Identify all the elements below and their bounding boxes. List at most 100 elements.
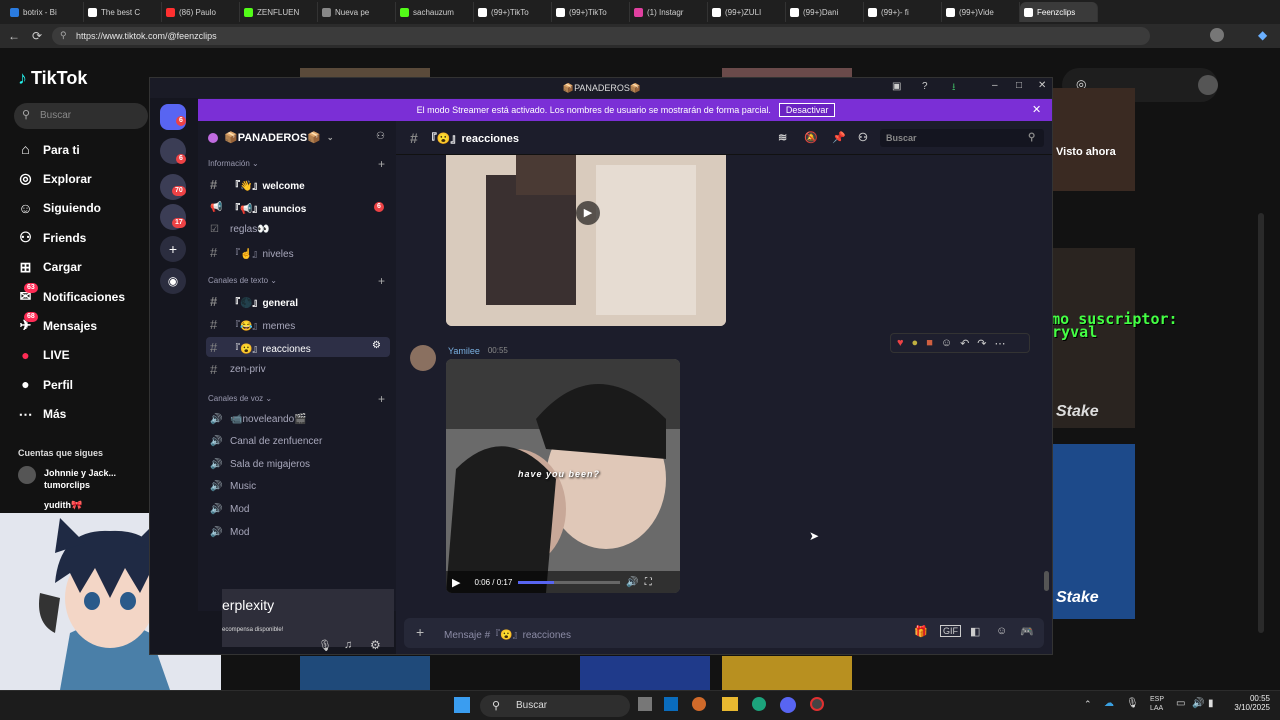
voice-channel-item[interactable]: 🔊 Canal de zenfuencer (206, 432, 390, 452)
channel-category[interactable]: Canales de voz ⌄ (208, 394, 272, 403)
browser-tab[interactable]: botrix - Bi (6, 2, 84, 22)
browser-tab[interactable]: Feenzclips (1020, 2, 1098, 22)
add-attachment-icon[interactable]: + (416, 624, 424, 640)
following-item-2[interactable]: tumorclips (44, 480, 90, 490)
tiktok-nav-item[interactable]: ⌂ Para ti (18, 142, 79, 157)
close-banner-icon[interactable]: ✕ (1032, 103, 1041, 116)
notifications-off-icon[interactable]: 🔕 (804, 131, 818, 144)
add-channel-icon[interactable]: + (378, 157, 385, 171)
channel-item[interactable]: # 『☝』niveles (206, 242, 390, 262)
perplexity-promo[interactable]: erplexity ecompensa disponible! (222, 589, 394, 647)
video-thumbnail[interactable] (722, 656, 852, 690)
voice-channel-item[interactable]: 🔊 Mod (206, 522, 390, 542)
pin-icon[interactable]: 📌 (832, 131, 846, 144)
task-view-icon[interactable] (638, 697, 652, 711)
tiktok-nav-item[interactable]: ◎ Explorar (18, 171, 91, 186)
language-indicator[interactable]: ESP LAA (1150, 695, 1164, 713)
browser-tab[interactable]: (86) Paulo (162, 2, 240, 22)
tiktok-nav-item[interactable]: ⋯ Más (18, 406, 67, 422)
mic-tray-icon[interactable]: 🎙 (1126, 698, 1139, 709)
tiktok-nav-item[interactable]: ⊞ Cargar (18, 259, 82, 275)
gift-icon[interactable]: 🎁 (914, 625, 928, 638)
gif-icon[interactable]: GIF (940, 625, 961, 637)
close-icon[interactable]: ✕ (1038, 80, 1046, 91)
cloud-icon[interactable]: ☁ (1104, 698, 1114, 709)
discord-taskbar-icon[interactable] (780, 697, 796, 713)
url-field[interactable]: ⚲ https://www.tiktok.com/@feenzclips (52, 27, 1150, 45)
channel-category[interactable]: Información ⌄ (208, 159, 259, 168)
browser-tab[interactable]: (99+)ZULI (708, 2, 786, 22)
channel-item[interactable]: # 『👋』welcome (206, 174, 390, 194)
windows-start-icon[interactable] (454, 697, 470, 713)
browser-tab[interactable]: ZENFLUEN (240, 2, 318, 22)
channel-item[interactable]: # 『😮』reacciones ⚙ (206, 337, 390, 357)
browser-tab[interactable]: The best C (84, 2, 162, 22)
message-composer[interactable]: + Mensaje #『😮』reacciones 🎁 GIF ◧ ☺ 🎮 (404, 618, 1044, 648)
fullscreen-icon[interactable]: ⛶ (645, 577, 652, 588)
channel-item[interactable]: 📢 『📢』anuncios 6 (206, 197, 390, 217)
message-author[interactable]: Yamilee (448, 346, 480, 356)
tiktok-logo[interactable]: ♪ TikTok (18, 68, 87, 89)
channel-category[interactable]: Canales de texto ⌄ (208, 276, 277, 285)
more-options-icon[interactable]: ⋯ (995, 337, 1006, 350)
volume-tray-icon[interactable]: 🔊 (1192, 698, 1204, 709)
browser-tab[interactable]: Nueva pe (318, 2, 396, 22)
tiktok-nav-item[interactable]: ● LIVE (18, 347, 69, 363)
chevron-up-icon[interactable]: ⌃ (1084, 699, 1092, 710)
video-progress-bar[interactable] (518, 580, 621, 584)
video-attachment[interactable]: ▶ (446, 155, 726, 326)
profile-avatar[interactable] (1210, 28, 1224, 42)
forward-icon[interactable]: ↷ (977, 337, 986, 350)
play-icon[interactable]: ▶ (576, 201, 600, 225)
store-icon[interactable] (664, 697, 678, 711)
taskbar-search[interactable]: ⚲ Buscar (480, 695, 630, 717)
avatar[interactable] (410, 345, 436, 371)
avatar[interactable] (18, 466, 36, 484)
site-info-icon[interactable]: ⚲ (60, 30, 67, 41)
deactivate-button[interactable]: Desactivar (778, 103, 836, 117)
add-server-icon[interactable]: + (160, 236, 186, 262)
back-icon[interactable]: ← (8, 29, 20, 43)
voice-channel-item[interactable]: 🔊 Music (206, 477, 390, 497)
discover-icon[interactable]: ◉ (160, 268, 186, 294)
file-explorer-icon[interactable] (722, 697, 738, 711)
add-channel-icon[interactable]: + (378, 274, 385, 288)
channel-item[interactable]: # 『😂』memes (206, 314, 390, 334)
volume-icon[interactable]: 🔊 (626, 577, 638, 588)
invite-icon[interactable]: ⚇ (376, 131, 385, 142)
channel-item[interactable]: # 『🌑』general (206, 291, 390, 311)
video-thumbnail[interactable] (1053, 88, 1135, 191)
browser-tab[interactable]: (99+)- fi (864, 2, 942, 22)
network-icon[interactable]: ▭ (1176, 698, 1185, 709)
obs-icon[interactable] (810, 697, 824, 711)
apps-icon[interactable]: 🎮 (1020, 625, 1034, 638)
tiktok-nav-item[interactable]: ● Perfil (18, 377, 73, 392)
edge-icon[interactable] (752, 697, 766, 711)
avatar[interactable] (1198, 75, 1218, 95)
heart-reaction-icon[interactable]: ♥ (897, 337, 904, 349)
tiktok-search-input[interactable]: ⚲ Buscar (14, 103, 148, 129)
chat-scrollbar[interactable] (1044, 571, 1049, 591)
emoji-reaction-icon[interactable]: ● (912, 337, 919, 349)
browser-tab[interactable]: (1) Instagr (630, 2, 708, 22)
tiktok-nav-item[interactable]: ☺ Siguiendo (18, 200, 101, 216)
following-item-3[interactable]: yudith🎀 (44, 500, 82, 511)
discord-search-input[interactable]: Buscar ⚲ (880, 129, 1044, 147)
following-item-1[interactable]: Johnnie y Jack... (44, 468, 116, 478)
add-reaction-icon[interactable]: ☺ (941, 337, 952, 349)
copilot-icon[interactable]: ◆ (1258, 28, 1267, 42)
browser-tab[interactable]: (99+)Dani (786, 2, 864, 22)
video-thumbnail[interactable] (580, 656, 710, 690)
browser-tab[interactable]: (99+)Vide (942, 2, 1020, 22)
headphones-icon[interactable]: ♫ (344, 639, 352, 651)
minimize-icon[interactable]: – (992, 80, 998, 91)
maximize-icon[interactable]: □ (1016, 80, 1022, 91)
tiktok-nav-item[interactable]: ✉ Notificaciones 63 (18, 283, 125, 304)
video-player[interactable]: have you been? ▶ 0:06 / 0:17 🔊 ⛶ (446, 359, 680, 593)
play-icon[interactable]: ▶ (452, 576, 460, 589)
browser-tab[interactable]: (99+)TikTo (552, 2, 630, 22)
voice-channel-item[interactable]: 🔊 📹noveleando🎬 (206, 409, 390, 429)
voice-channel-item[interactable]: 🔊 Mod (206, 499, 390, 519)
copilot-app-icon[interactable] (692, 697, 706, 711)
members-icon[interactable]: ⚇ (858, 131, 868, 144)
